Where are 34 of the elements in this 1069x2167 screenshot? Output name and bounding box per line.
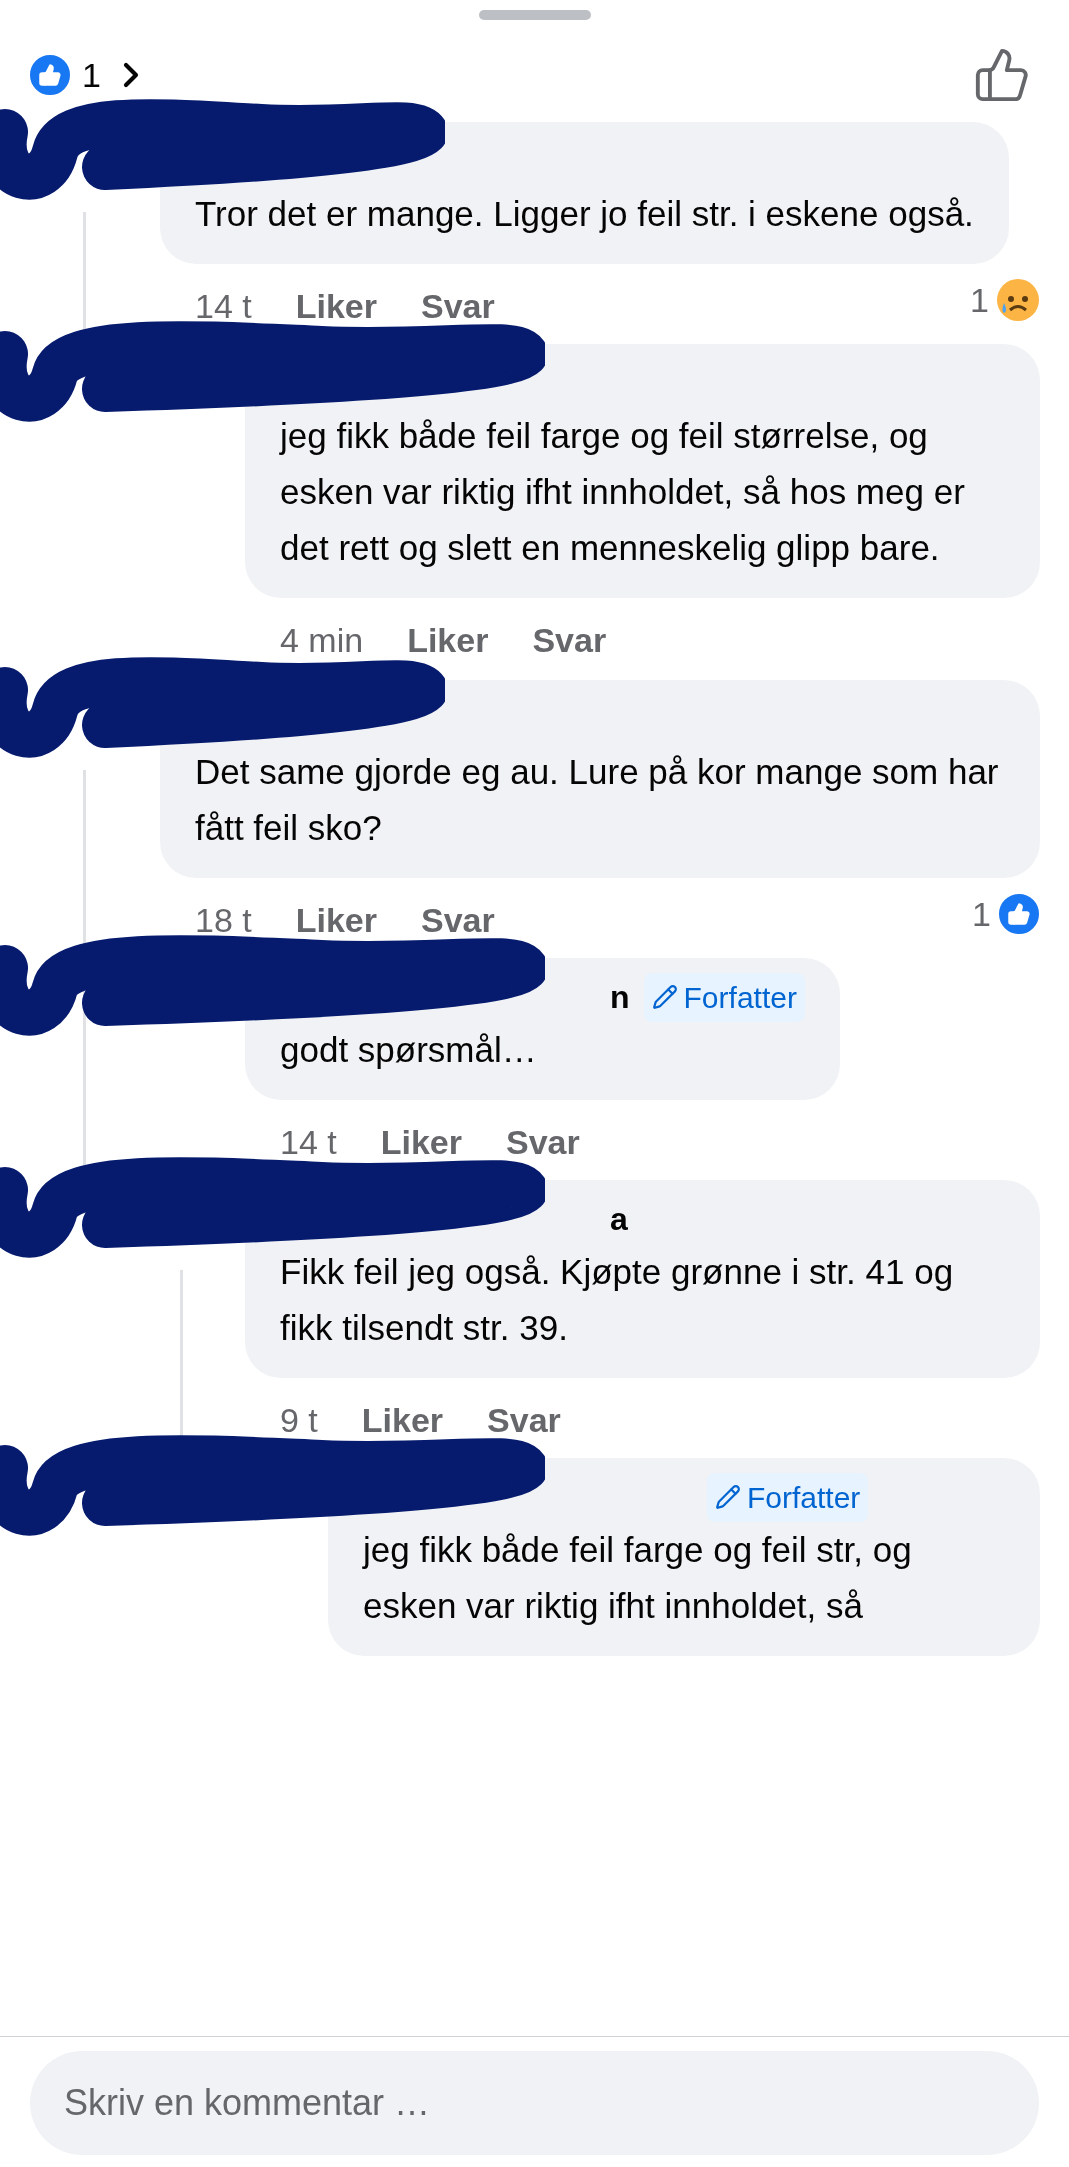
comment-action-link[interactable]: Svar (506, 1116, 580, 1168)
pencil-icon (651, 984, 678, 1010)
comment-time: 18 t (195, 899, 252, 941)
comment-time: 14 t (280, 1121, 337, 1163)
comment-text: jeg fikk både feil farge og feil str, og esken var riktig ifht innholdet, så (363, 1529, 913, 1627)
comment-text: Fikk feil jeg også. Kjøpte grønne i str. 41 og fikk tilsendt str. 39. (280, 1251, 955, 1349)
comment-action-link[interactable]: Liker (295, 280, 377, 332)
comment-action-link[interactable]: Liker (407, 614, 489, 666)
author-name[interactable]: a (610, 1195, 628, 1243)
comment-text: Tror det er mange. Ligger jo feil str. i eskene også. (195, 193, 974, 235)
sad-face-icon (995, 277, 1041, 323)
comment-action-link[interactable]: Svar (532, 614, 607, 666)
comment-text: godt spørsmål… (280, 1029, 538, 1071)
drag-handle[interactable] (478, 10, 591, 20)
like-button[interactable] (973, 46, 1031, 104)
comment-text: Det same gjorde eg au. Lure på kor mange som har fått feil sko? (195, 751, 1000, 849)
comment-action-link[interactable]: Liker (380, 1116, 462, 1168)
author-name[interactable]: n (610, 973, 630, 1021)
reaction-summary[interactable]: 1 (28, 49, 151, 101)
comment-action-link[interactable]: Svar (487, 1394, 561, 1446)
comment-field[interactable]: Skriv en kommentar … (30, 2051, 1039, 2155)
pencil-icon (715, 1484, 741, 1510)
reaction-count: 1 (972, 893, 991, 935)
author-badge: Forfatter (643, 972, 805, 1022)
comment-action-link[interactable]: Svar (421, 280, 495, 332)
reaction-count: 1 (970, 279, 989, 321)
comment-time: 14 t (195, 285, 252, 327)
comment-action-link[interactable]: Liker (295, 894, 377, 946)
comment-action-link[interactable]: Liker (361, 1394, 444, 1446)
comment-time: 4 min (280, 619, 364, 661)
comment-text: jeg fikk både feil farge og feil størrelse, og esken var riktig ifht innholdet, så hos meg er det rett og slett en menneskelig glipp bare. (280, 415, 966, 569)
comment-action-link[interactable]: Svar (421, 894, 495, 946)
author-badge: Forfatter (707, 1472, 869, 1522)
comment-time: 9 t (280, 1399, 318, 1441)
